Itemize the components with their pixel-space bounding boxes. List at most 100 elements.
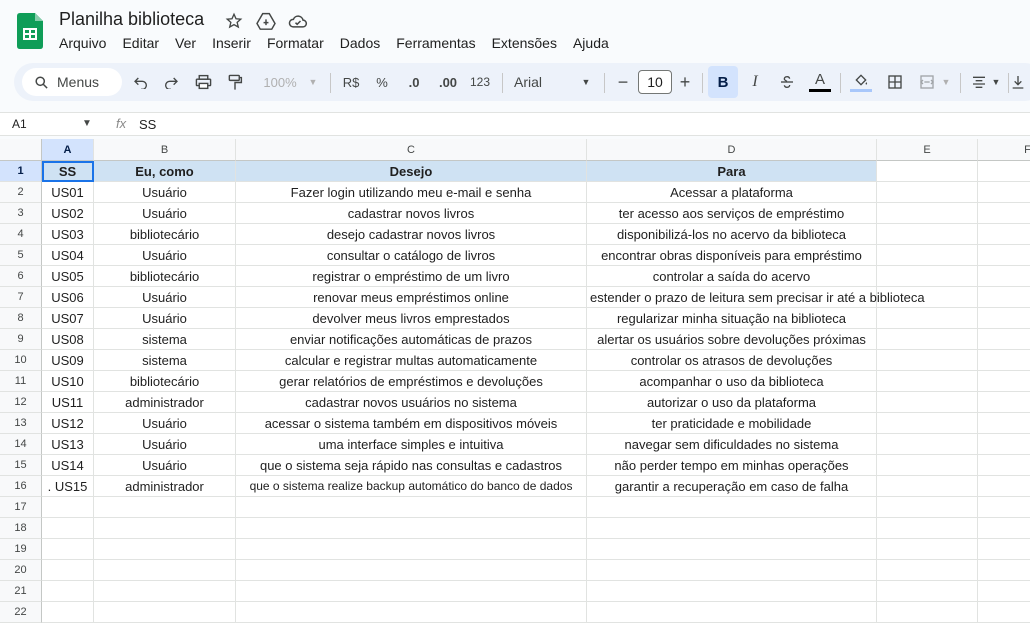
font-dropdown-icon[interactable]: ▼ (580, 63, 592, 101)
menu-editar[interactable]: Editar (114, 34, 167, 52)
decrease-font-size-icon[interactable]: − (614, 63, 632, 101)
cell[interactable]: US06 (42, 287, 94, 308)
row-header[interactable]: 20 (0, 560, 42, 581)
cell[interactable] (236, 539, 587, 560)
cell[interactable]: encontrar obras disponíveis para emprést… (587, 245, 877, 266)
cell[interactable]: sistema (94, 350, 236, 371)
row-header[interactable]: 13 (0, 413, 42, 434)
cell[interactable] (877, 455, 978, 476)
cell[interactable]: desejo cadastrar novos livros (236, 224, 587, 245)
cell[interactable]: acompanhar o uso da biblioteca (587, 371, 877, 392)
increase-decimal-button[interactable]: .00 (434, 63, 462, 101)
cell[interactable] (978, 518, 1030, 539)
percent-format-button[interactable]: % (372, 63, 392, 101)
cell[interactable]: navegar sem dificuldades no sistema (587, 434, 877, 455)
cell[interactable]: US03 (42, 224, 94, 245)
cell[interactable]: não perder tempo em minhas operações (587, 455, 877, 476)
search-menus-button[interactable]: Menus (22, 68, 122, 96)
cell[interactable]: ter praticidade e mobilidade (587, 413, 877, 434)
cell[interactable]: Usuário (94, 182, 236, 203)
cell[interactable] (877, 413, 978, 434)
cell[interactable] (877, 602, 978, 623)
cell[interactable]: garantir a recuperação em caso de falha (587, 476, 877, 497)
cell[interactable] (236, 560, 587, 581)
currency-format-button[interactable]: R$ (340, 63, 362, 101)
cell-c1[interactable]: Desejo (236, 161, 587, 182)
cell[interactable]: US13 (42, 434, 94, 455)
cell[interactable]: controlar a saída do acervo (587, 266, 877, 287)
cell[interactable] (877, 518, 978, 539)
cell[interactable] (978, 497, 1030, 518)
cell[interactable]: cadastrar novos livros (236, 203, 587, 224)
row-header[interactable]: 8 (0, 308, 42, 329)
cell[interactable] (978, 287, 1030, 308)
number-format-button[interactable]: 123 (468, 63, 492, 101)
cell[interactable]: uma interface simples e intuitiva (236, 434, 587, 455)
sheets-logo-icon[interactable] (17, 13, 43, 49)
name-box-dropdown-icon[interactable]: ▼ (82, 118, 92, 129)
cell[interactable] (877, 203, 978, 224)
cell[interactable]: enviar notificações automáticas de prazo… (236, 329, 587, 350)
cell[interactable] (978, 266, 1030, 287)
cell[interactable]: Usuário (94, 413, 236, 434)
cell[interactable]: US02 (42, 203, 94, 224)
cell[interactable]: calcular e registrar multas automaticame… (236, 350, 587, 371)
cell[interactable]: Usuário (94, 203, 236, 224)
cell[interactable]: Usuário (94, 434, 236, 455)
cell-f1[interactable] (978, 161, 1030, 182)
cell[interactable] (978, 245, 1030, 266)
cell[interactable]: Acessar a plataforma (587, 182, 877, 203)
cell[interactable] (978, 476, 1030, 497)
row-header[interactable]: 21 (0, 581, 42, 602)
cell[interactable]: gerar relatórios de empréstimos e devolu… (236, 371, 587, 392)
cell[interactable] (978, 371, 1030, 392)
cell[interactable] (877, 266, 978, 287)
cell[interactable] (94, 602, 236, 623)
cell[interactable] (877, 245, 978, 266)
increase-font-size-icon[interactable]: + (676, 63, 694, 101)
cell[interactable]: US10 (42, 371, 94, 392)
cell[interactable]: que o sistema seja rápido nas consultas … (236, 455, 587, 476)
cell[interactable]: bibliotecário (94, 371, 236, 392)
fill-color-icon[interactable] (848, 63, 874, 101)
font-size-input[interactable]: 10 (638, 70, 672, 94)
cell[interactable] (877, 350, 978, 371)
cell[interactable]: US09 (42, 350, 94, 371)
cell[interactable]: renovar meus empréstimos online (236, 287, 587, 308)
row-header[interactable]: 11 (0, 371, 42, 392)
row-header[interactable]: 7 (0, 287, 42, 308)
cell-a1[interactable]: SS (42, 161, 94, 182)
vertical-align-icon[interactable] (1010, 63, 1026, 101)
cell[interactable]: estender o prazo de leitura sem precisar… (587, 287, 925, 308)
cell[interactable] (978, 392, 1030, 413)
cell[interactable] (877, 308, 978, 329)
cell[interactable] (42, 539, 94, 560)
cell[interactable] (877, 497, 978, 518)
row-header[interactable]: 12 (0, 392, 42, 413)
menu-ajuda[interactable]: Ajuda (565, 34, 617, 52)
menu-formatar[interactable]: Formatar (259, 34, 332, 52)
cell[interactable]: Fazer login utilizando meu e-mail e senh… (236, 182, 587, 203)
cell[interactable] (236, 602, 587, 623)
cell[interactable] (236, 581, 587, 602)
row-header[interactable]: 5 (0, 245, 42, 266)
formula-input[interactable]: SS (139, 117, 156, 132)
cell[interactable] (978, 329, 1030, 350)
row-header[interactable]: 15 (0, 455, 42, 476)
cell[interactable]: autorizar o uso da plataforma (587, 392, 877, 413)
horizontal-align-icon[interactable] (968, 63, 990, 101)
cell[interactable] (587, 560, 877, 581)
cell[interactable] (978, 434, 1030, 455)
document-title[interactable]: Planilha biblioteca (59, 9, 204, 30)
italic-button[interactable]: I (744, 63, 766, 101)
cell[interactable] (94, 539, 236, 560)
cell[interactable]: alertar os usuários sobre devoluções pró… (587, 329, 877, 350)
column-header-b[interactable]: B (94, 139, 236, 161)
cell[interactable] (877, 434, 978, 455)
align-dropdown-icon[interactable]: ▼ (990, 63, 1002, 101)
move-to-drive-icon[interactable] (254, 10, 278, 32)
cell[interactable]: administrador (94, 476, 236, 497)
cell[interactable] (978, 560, 1030, 581)
borders-icon[interactable] (884, 63, 906, 101)
cell[interactable] (978, 203, 1030, 224)
